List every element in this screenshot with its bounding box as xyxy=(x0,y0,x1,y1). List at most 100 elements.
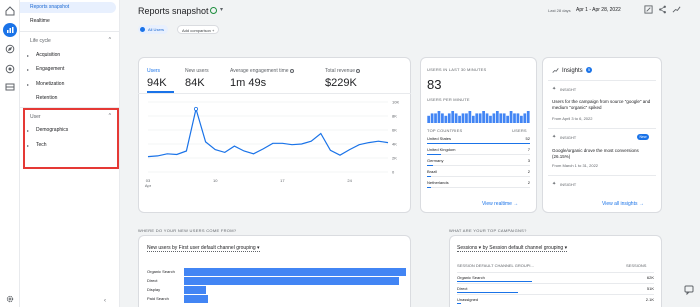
share-bar xyxy=(457,292,519,293)
country-row: United States 52 xyxy=(427,136,530,144)
channel-col-header: SESSION DEFAULT CHANNEL GROUPI... xyxy=(457,263,534,268)
channel-name: Unassigned xyxy=(457,297,479,302)
feedback-chat-icon[interactable] xyxy=(684,285,694,295)
nav-acquisition[interactable]: Acquisition xyxy=(36,52,60,58)
nav-engagement[interactable]: Engagement xyxy=(36,66,64,72)
country-name: Netherlands xyxy=(427,180,449,185)
per-minute-bar xyxy=(468,111,472,123)
new-users-value: 84K xyxy=(185,77,205,89)
channel-bar[interactable] xyxy=(184,295,209,303)
view-realtime-link[interactable]: View realtime → xyxy=(482,201,518,207)
campaign-row: Unassigned 2.1K xyxy=(457,294,654,305)
per-minute-bar xyxy=(454,113,458,123)
reports-icon[interactable] xyxy=(3,23,17,37)
tab-divider xyxy=(138,93,411,94)
per-minute-bar xyxy=(513,113,516,123)
insight-text[interactable]: Users for the campaign from source "goog… xyxy=(552,99,652,110)
configure-icon[interactable] xyxy=(5,82,15,92)
segment-all-users[interactable]: All Users xyxy=(138,25,169,34)
advertising-icon[interactable] xyxy=(5,64,15,74)
info-icon[interactable] xyxy=(289,68,294,73)
date-range-label: Last 28 days xyxy=(548,8,571,13)
channel-bar[interactable] xyxy=(184,268,406,276)
share-bar xyxy=(457,303,461,304)
new-users-dimension-dropdown[interactable]: New users by First user default channel … xyxy=(147,245,260,252)
info-icon[interactable] xyxy=(356,68,361,73)
nav-realtime[interactable]: Realtime xyxy=(20,16,119,27)
insights-trend-icon[interactable] xyxy=(672,5,681,14)
country-users: 2 xyxy=(527,169,530,174)
tab-total-revenue[interactable]: Total revenue xyxy=(325,68,361,74)
date-range-picker[interactable]: Apr 1 - Apr 28, 2022 xyxy=(576,7,621,13)
expand-arrow-icon[interactable]: ▸ xyxy=(27,53,29,58)
nav-section-lifecycle[interactable]: Life cycle xyxy=(30,38,51,44)
country-row: Germany 3 xyxy=(427,158,530,166)
per-minute-bar xyxy=(434,113,437,123)
per-minute-bar xyxy=(489,115,492,123)
settings-gear-icon[interactable] xyxy=(5,294,15,304)
title-dropdown-icon[interactable]: ▾ xyxy=(220,6,223,13)
engagement-time-label: Average engagement time xyxy=(230,68,289,74)
share-bar xyxy=(427,165,434,166)
bar-label: Display xyxy=(147,287,161,292)
insights-count-badge: 5 xyxy=(586,67,592,73)
per-minute-bar xyxy=(461,113,465,123)
y-tick-label: 10K xyxy=(392,100,399,105)
y-tick-label: 4K xyxy=(392,142,397,147)
insights-divider xyxy=(548,175,656,176)
per-minute-bar xyxy=(526,111,530,123)
per-minute-bar xyxy=(441,113,444,123)
insight-text[interactable]: Google/organic drove the most conversion… xyxy=(552,148,652,159)
per-minute-bar xyxy=(499,113,503,123)
users-per-minute-chart xyxy=(427,111,530,123)
country-name: United Kingdom xyxy=(427,147,456,152)
share-bar xyxy=(457,281,532,282)
share-bar xyxy=(427,143,530,144)
users-per-minute-label: USERS PER MINUTE xyxy=(427,97,470,102)
users-col-header: USERS xyxy=(512,128,527,133)
tab-engagement-time[interactable]: Average engagement time xyxy=(230,68,294,74)
insight-kicker: INSIGHT xyxy=(560,182,577,187)
country-row: Netherlands 2 xyxy=(427,180,530,188)
customize-report-icon[interactable] xyxy=(644,5,653,14)
tab-new-users[interactable]: New users xyxy=(185,68,209,74)
nav-reports-snapshot[interactable]: Reports snapshot xyxy=(20,2,116,13)
insights-title: Insights xyxy=(562,68,583,74)
explore-icon[interactable] xyxy=(5,44,15,54)
x-tick-label: Apr xyxy=(145,183,152,188)
channel-bar[interactable] xyxy=(184,277,400,285)
sessions-dimension-dropdown[interactable]: Sessions ▾ by Session default channel gr… xyxy=(457,245,568,252)
sparkle-icon: ✦ xyxy=(552,134,557,140)
total-revenue-label: Total revenue xyxy=(325,68,356,74)
share-icon[interactable] xyxy=(658,5,667,14)
country-users: 7 xyxy=(527,147,530,152)
segment-dot xyxy=(140,27,145,32)
share-bar xyxy=(427,187,432,188)
country-row: Brazil 2 xyxy=(427,169,530,177)
sessions-value: 2.1K xyxy=(645,297,654,302)
nav-retention[interactable]: Retention xyxy=(36,95,57,101)
per-minute-bar xyxy=(447,113,451,123)
chevron-up-icon[interactable]: ^ xyxy=(109,37,111,43)
nav-monetization[interactable]: Monetization xyxy=(36,81,64,87)
per-minute-bar xyxy=(482,111,485,123)
verified-check-icon xyxy=(210,7,217,14)
country-name: United States xyxy=(427,136,452,141)
home-icon[interactable] xyxy=(5,6,15,16)
channel-bar[interactable] xyxy=(184,286,207,294)
view-all-insights-link[interactable]: View all insights → xyxy=(602,201,644,207)
tab-users[interactable]: Users xyxy=(147,68,160,74)
engagement-time-value: 1m 49s xyxy=(230,77,267,89)
share-bar xyxy=(427,176,432,177)
collapse-nav-icon[interactable]: ‹ xyxy=(104,298,106,304)
expand-arrow-icon[interactable]: ▸ xyxy=(27,67,29,72)
bar-label: Organic Search xyxy=(147,269,175,274)
new-badge: New xyxy=(637,134,649,140)
expand-arrow-icon[interactable]: ▸ xyxy=(27,82,29,87)
add-comparison-button[interactable]: Add comparison + xyxy=(177,25,220,34)
x-tick-label: 17 xyxy=(280,178,285,183)
per-minute-bar xyxy=(520,115,523,123)
per-minute-bar xyxy=(465,113,468,123)
country-users: 2 xyxy=(527,180,530,185)
sessions-value: 51K xyxy=(646,286,654,291)
